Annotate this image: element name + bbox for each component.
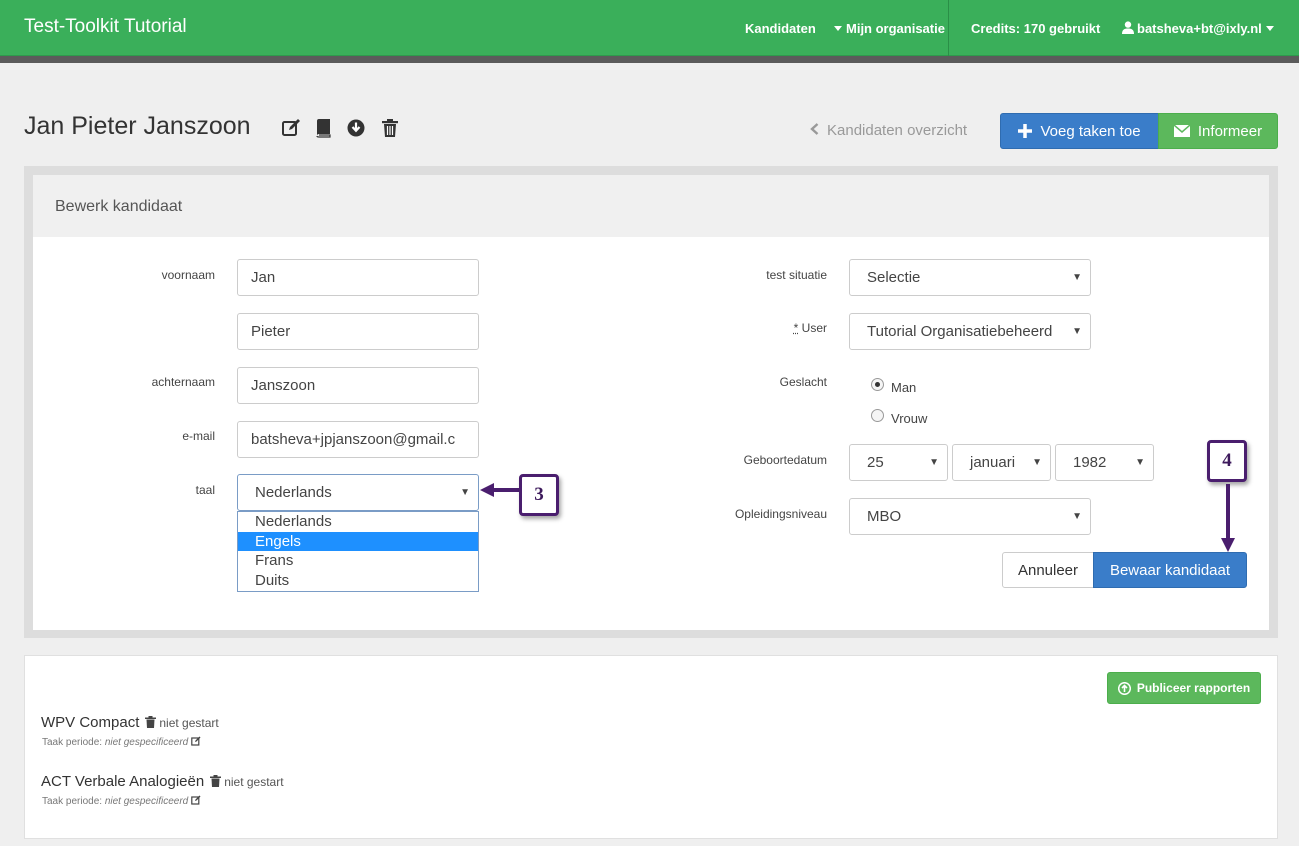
user-select[interactable]: Tutorial Organisatiebeheerd ▼ [849, 313, 1091, 350]
inform-button[interactable]: Informeer [1158, 113, 1278, 149]
task-period-label: Taak periode: [42, 737, 103, 748]
email-label: e-mail [182, 429, 215, 443]
nav-candidates[interactable]: Kandidaten [745, 21, 816, 36]
nav-user-label: batsheva+bt@ixly.nl [1137, 21, 1262, 36]
language-option[interactable]: Frans [238, 551, 478, 571]
language-option[interactable]: Duits [238, 571, 478, 591]
nav-organization[interactable]: Mijn organisatie [834, 21, 945, 36]
nav-user-menu[interactable]: batsheva+bt@ixly.nl [1122, 21, 1274, 36]
trash-icon[interactable] [145, 716, 157, 728]
inform-label: Informeer [1197, 122, 1263, 140]
birth-year-select[interactable]: 1982 ▼ [1055, 444, 1154, 481]
first-name-input[interactable]: Jan [237, 259, 479, 296]
task-title: WPV Compact [41, 714, 140, 731]
birthdate-label: Geboortedatum [743, 453, 827, 467]
gender-male-label[interactable]: Man [891, 380, 916, 395]
gender-female-radio[interactable] [871, 409, 884, 422]
dropdown-arrow-icon: ▼ [1072, 511, 1082, 522]
dropdown-arrow-icon: ▼ [460, 487, 470, 498]
dropdown-arrow-icon: ▼ [1135, 457, 1145, 468]
test-situation-label: test situatie [766, 268, 827, 282]
gender-male-radio[interactable] [871, 378, 884, 391]
task-period-value: niet gespecificeerd [104, 737, 189, 748]
birth-month-value: januari [970, 454, 1016, 471]
task-panel [24, 655, 1278, 839]
user-icon [1122, 21, 1134, 34]
edit-icon[interactable] [281, 118, 301, 138]
birth-year-value: 1982 [1073, 454, 1107, 471]
chevron-left-icon [810, 122, 819, 139]
middle-name-input[interactable]: Pieter [237, 313, 479, 350]
last-name-label: achternaam [151, 375, 215, 389]
arrow-left-icon [480, 483, 520, 497]
first-name-label: voornaam [161, 268, 215, 282]
gender-female-label[interactable]: Vrouw [891, 411, 927, 426]
back-to-candidates-link[interactable]: Kandidaten overzicht [810, 122, 967, 139]
top-navbar [0, 0, 1299, 56]
language-option[interactable]: Nederlands [238, 512, 478, 532]
user-select-value: Tutorial Organisatiebeheerd [867, 323, 1053, 340]
book-icon[interactable] [314, 118, 334, 138]
birth-month-select[interactable]: januari ▼ [952, 444, 1051, 481]
task-name: ACT Verbale Analogieën niet gestart [41, 773, 284, 790]
publish-reports-label: Publiceer rapporten [1136, 681, 1251, 695]
save-candidate-button[interactable]: Bewaar kandidaat [1093, 552, 1247, 588]
user-label-text: User [798, 321, 827, 335]
task-period-label: Taak periode: [42, 796, 103, 807]
step-3-callout: 3 [519, 474, 559, 516]
language-dropdown-list: Nederlands Engels Frans Duits [237, 511, 479, 592]
add-tasks-button[interactable]: Voeg taken toe [1000, 113, 1159, 149]
edit-icon[interactable] [191, 736, 201, 746]
task-period-value: niet gespecificeerd [104, 796, 189, 807]
birth-day-select[interactable]: 25 ▼ [849, 444, 948, 481]
plus-icon [1018, 124, 1033, 138]
download-icon[interactable] [346, 118, 366, 138]
dropdown-arrow-icon: ▼ [1032, 457, 1042, 468]
upload-circle-icon [1117, 681, 1131, 695]
trash-icon[interactable] [210, 775, 222, 787]
nav-divider [948, 0, 949, 56]
dropdown-arrow-icon: ▼ [929, 457, 939, 468]
task-status: niet gestart [159, 716, 219, 730]
task-title: ACT Verbale Analogieën [41, 773, 205, 790]
envelope-icon [1173, 125, 1190, 137]
test-situation-select[interactable]: Selectie ▼ [849, 259, 1091, 296]
nav-organization-label: Mijn organisatie [846, 21, 945, 36]
task-period: Taak periode: niet gespecificeerd [42, 736, 201, 748]
dropdown-arrow-icon: ▼ [1072, 326, 1082, 337]
language-option[interactable]: Engels [238, 531, 478, 551]
caret-down-icon [1265, 26, 1274, 32]
add-tasks-label: Voeg taken toe [1040, 122, 1141, 140]
last-name-input[interactable]: Janszoon [237, 367, 479, 404]
navbar-stripe [0, 56, 1299, 63]
task-name: WPV Compact niet gestart [41, 714, 219, 731]
cancel-button[interactable]: Annuleer [1002, 552, 1094, 588]
birth-day-value: 25 [867, 454, 884, 471]
arrow-down-icon [1221, 484, 1235, 552]
language-label: taal [195, 483, 215, 497]
trash-icon[interactable] [380, 118, 400, 138]
publish-reports-button[interactable]: Publiceer rapporten [1107, 672, 1261, 704]
brand-title[interactable]: Test-Toolkit Tutorial [24, 16, 187, 38]
caret-down-icon [834, 26, 842, 32]
language-select-value: Nederlands [255, 484, 332, 501]
step-4-callout: 4 [1207, 440, 1247, 482]
edit-icon[interactable] [191, 795, 201, 805]
education-select[interactable]: MBO ▼ [849, 498, 1091, 535]
page-title: Jan Pieter Janszoon [24, 112, 251, 140]
email-input[interactable]: batsheva+jpjanszoon@gmail.c [237, 421, 479, 458]
test-situation-value: Selectie [867, 269, 921, 286]
gender-label: Geslacht [779, 375, 827, 389]
panel-heading [33, 175, 1269, 237]
task-status: niet gestart [224, 775, 284, 789]
user-label: * User [707, 321, 827, 335]
panel-heading-title: Bewerk kandidaat [55, 198, 183, 215]
education-label: Opleidingsniveau [734, 507, 827, 521]
education-value: MBO [867, 508, 902, 525]
nav-credits: Credits: 170 gebruikt [971, 21, 1101, 36]
language-select[interactable]: Nederlands ▼ [237, 474, 479, 511]
task-period: Taak periode: niet gespecificeerd [42, 795, 201, 807]
dropdown-arrow-icon: ▼ [1072, 272, 1082, 283]
back-link-label: Kandidaten overzicht [827, 122, 968, 139]
